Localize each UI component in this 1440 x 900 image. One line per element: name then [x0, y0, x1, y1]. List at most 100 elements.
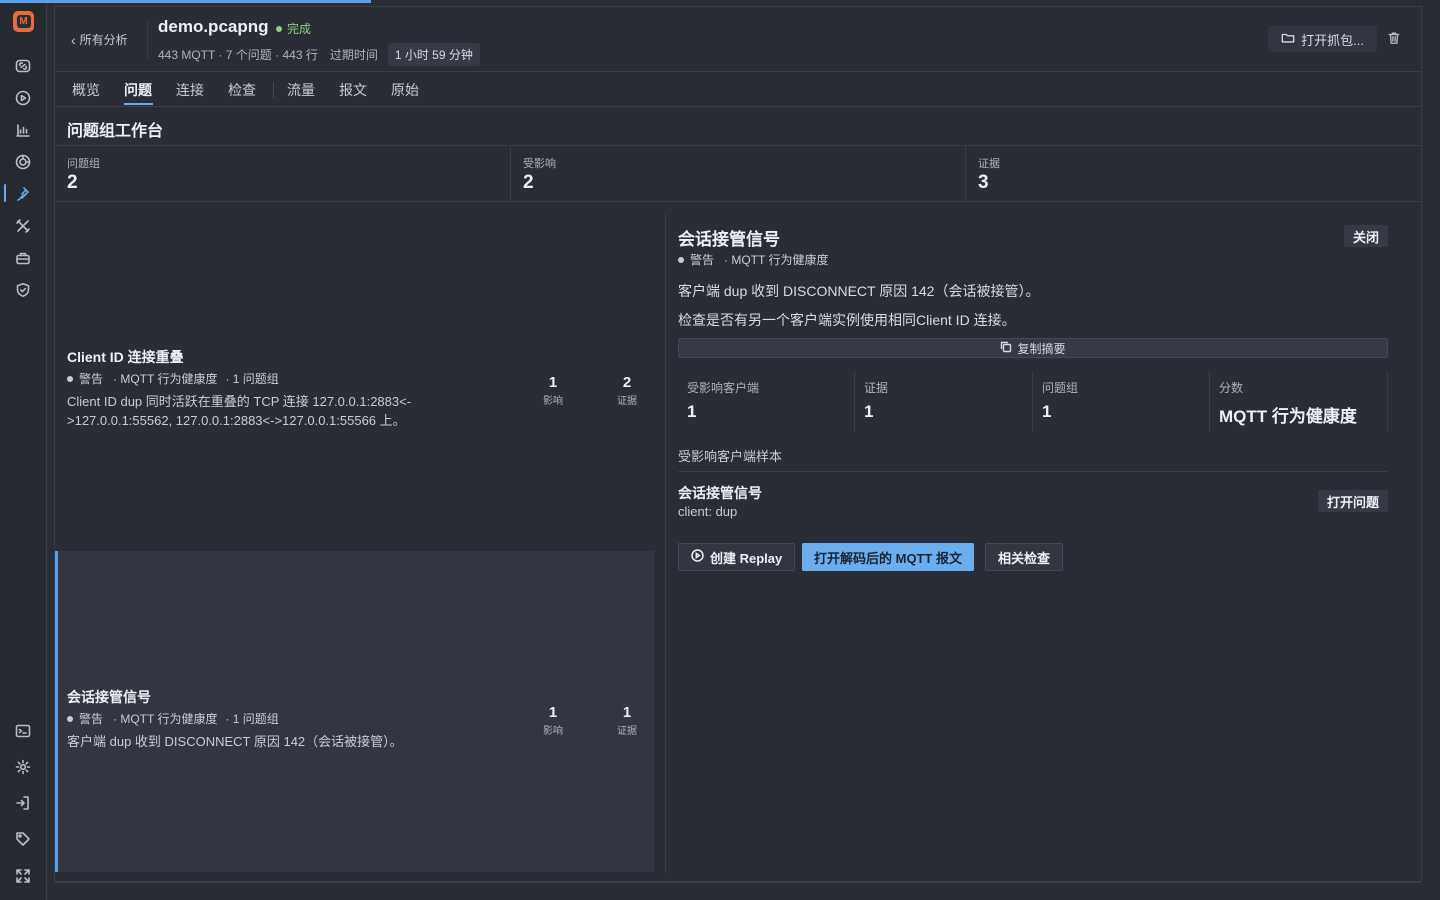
- tab-messages[interactable]: 报文: [339, 80, 367, 100]
- status-badge: 完成: [276, 20, 311, 37]
- stat-label: 证据: [978, 158, 1000, 170]
- link-icon[interactable]: [13, 56, 33, 76]
- issue-groups: · 1 问题组: [225, 712, 279, 726]
- open-issue-button[interactable]: 打开问题: [1317, 490, 1388, 512]
- open-capture-button[interactable]: 打开抓包...: [1268, 26, 1377, 52]
- stat-issue-groups: 问题组 2: [55, 146, 511, 202]
- main-panel: ‹ 所有分析 demo.pcapng 完成 443 MQTT · 7 个问题 ·…: [54, 6, 1422, 882]
- metric-label: 影响: [543, 726, 563, 737]
- trash-icon: [1387, 32, 1401, 48]
- rail-active-indicator: [4, 184, 6, 202]
- issue-title: Client ID 连接重叠: [67, 349, 184, 365]
- tab-connections[interactable]: 连接: [176, 80, 204, 100]
- open-decoded-mqtt-button[interactable]: 打开解码后的 MQTT 报文: [802, 543, 975, 571]
- issue-card-session-takeover[interactable]: 会话接管信号 警告 · MQTT 行为健康度 · 1 问题组 客户端 dup 收…: [55, 551, 654, 872]
- tab-issues[interactable]: 问题: [124, 80, 152, 100]
- stat-value: 2: [67, 172, 78, 193]
- stat-value: 3: [978, 172, 989, 193]
- issue-description-line: Client ID dup 同时活跃在重叠的 TCP 连接 127.0.0.1:…: [67, 394, 412, 409]
- detail-hint: 检查是否有另一个客户端实例使用相同Client ID 连接。: [678, 312, 1016, 328]
- issue-severity: 警告: [79, 372, 104, 386]
- metric-label: 证据: [617, 396, 637, 407]
- detail-stat-label: 问题组: [1042, 381, 1079, 395]
- detail-stat-value: 1: [864, 402, 874, 421]
- elapsed-label: 过期时间: [329, 48, 378, 62]
- issue-severity: 警告: [79, 712, 104, 726]
- delete-analysis-button[interactable]: [1387, 31, 1403, 47]
- detail-stat-value: 1: [687, 402, 697, 421]
- terminal-icon[interactable]: [13, 721, 33, 741]
- issue-category: · MQTT 行为健康度: [113, 372, 218, 386]
- issue-description: Client ID dup 同时活跃在重叠的 TCP 连接 127.0.0.1:…: [67, 392, 467, 430]
- detail-stat-affected-clients: 受影响客户端 1: [678, 371, 855, 432]
- issue-impact-metric: 1 影响: [533, 374, 573, 407]
- copy-summary-button[interactable]: 复制摘要: [678, 338, 1388, 358]
- detail-stat-value: MQTT 行为健康度: [1219, 407, 1357, 426]
- detail-stat-value: 1: [1042, 402, 1052, 421]
- metric-value: 1: [548, 704, 558, 721]
- issue-impact-metric: 1 影响: [533, 704, 573, 737]
- shield-icon[interactable]: [13, 280, 33, 300]
- app-logo[interactable]: M: [13, 11, 34, 32]
- tab-checks[interactable]: 检查: [228, 80, 256, 100]
- expand-icon[interactable]: [13, 866, 33, 886]
- issue-category: · MQTT 行为健康度: [113, 712, 218, 726]
- active-tab-underline: [124, 103, 153, 105]
- issue-title: 会话接管信号: [67, 689, 151, 705]
- stat-evidence: 证据 3: [966, 146, 1421, 202]
- issue-detail: 会话接管信号 关闭 警告 · MQTT 行为健康度 客户端 dup 收到 DIS…: [665, 214, 1422, 873]
- detail-stat-score: 分数 MQTT 行为健康度: [1210, 371, 1388, 432]
- file-meta: 443 MQTT · 7 个问题 · 443 行 过期时间 1 小时 59 分钟: [158, 43, 480, 66]
- issue-description-line: 客户端 dup 收到 DISCONNECT 原因 142（会话被接管）。: [67, 734, 403, 749]
- settings-icon[interactable]: [13, 757, 33, 777]
- create-replay-button[interactable]: 创建 Replay: [678, 543, 796, 571]
- status-dot-icon: [276, 25, 282, 32]
- tab-overview[interactable]: 概览: [72, 80, 100, 100]
- chart-icon[interactable]: [13, 120, 33, 140]
- stat-affected: 受影响 2: [511, 146, 966, 202]
- issue-tags: 警告 · MQTT 行为健康度 · 1 问题组: [67, 370, 279, 387]
- tools-icon[interactable]: [13, 216, 33, 236]
- detail-stat-issue-groups: 问题组 1: [1033, 371, 1210, 432]
- header-divider: [147, 21, 148, 59]
- sample-client: client: dup: [678, 504, 738, 519]
- target-icon[interactable]: [13, 152, 33, 172]
- app-logo-letter: M: [16, 15, 31, 28]
- issue-groups: · 1 问题组: [225, 372, 279, 386]
- metric-label: 影响: [543, 396, 563, 407]
- login-icon[interactable]: [13, 793, 33, 813]
- severity-dot-icon: [67, 375, 73, 382]
- close-detail-button[interactable]: 关闭: [1343, 225, 1388, 247]
- workbench-stats: 问题组 2 受影响 2 证据 3: [55, 145, 1421, 202]
- detail-stat-evidence: 证据 1: [855, 371, 1033, 432]
- file-meta-counts: 443 MQTT · 7 个问题 · 443 行: [158, 48, 318, 62]
- issues-icon[interactable]: [13, 184, 33, 204]
- back-to-analyses-link[interactable]: ‹ 所有分析: [71, 31, 128, 48]
- status-label: 完成: [287, 22, 312, 36]
- detail-category: · MQTT 行为健康度: [724, 253, 829, 267]
- tab-separator: [273, 82, 274, 98]
- tab-traffic[interactable]: 流量: [287, 80, 315, 100]
- analysis-tabs: 概览 问题 连接 检查 流量 报文 原始: [55, 72, 1421, 107]
- affected-samples-heading: 受影响客户端样本: [678, 449, 783, 464]
- back-link-label: 所有分析: [79, 33, 128, 47]
- issue-card-client-id-overlap[interactable]: Client ID 连接重叠 警告 · MQTT 行为健康度 · 1 问题组 C…: [55, 214, 654, 550]
- toolbox-icon[interactable]: [13, 248, 33, 268]
- play-icon[interactable]: [13, 88, 33, 108]
- elapsed-value: 1 小时 59 分钟: [387, 43, 480, 66]
- issue-description-line: >127.0.0.1:55562, 127.0.0.1:2883<->127.0…: [67, 413, 406, 428]
- file-title: demo.pcapng: [158, 17, 269, 36]
- issue-evidence-metric: 2 证据: [607, 374, 647, 407]
- detail-title: 会话接管信号: [678, 230, 780, 249]
- tab-raw[interactable]: 原始: [391, 80, 419, 100]
- sample-title: 会话接管信号: [678, 485, 762, 501]
- copy-summary-label: 复制摘要: [1017, 341, 1066, 356]
- tag-icon[interactable]: [13, 829, 33, 849]
- detail-stat-label: 受影响客户端: [687, 381, 760, 395]
- detail-stat-label: 分数: [1219, 381, 1244, 395]
- stat-label: 受影响: [523, 158, 556, 170]
- related-checks-button[interactable]: 相关检查: [985, 543, 1064, 571]
- samples-divider: [678, 471, 1388, 472]
- metric-value: 2: [622, 374, 632, 391]
- bottom-border: [54, 882, 1422, 883]
